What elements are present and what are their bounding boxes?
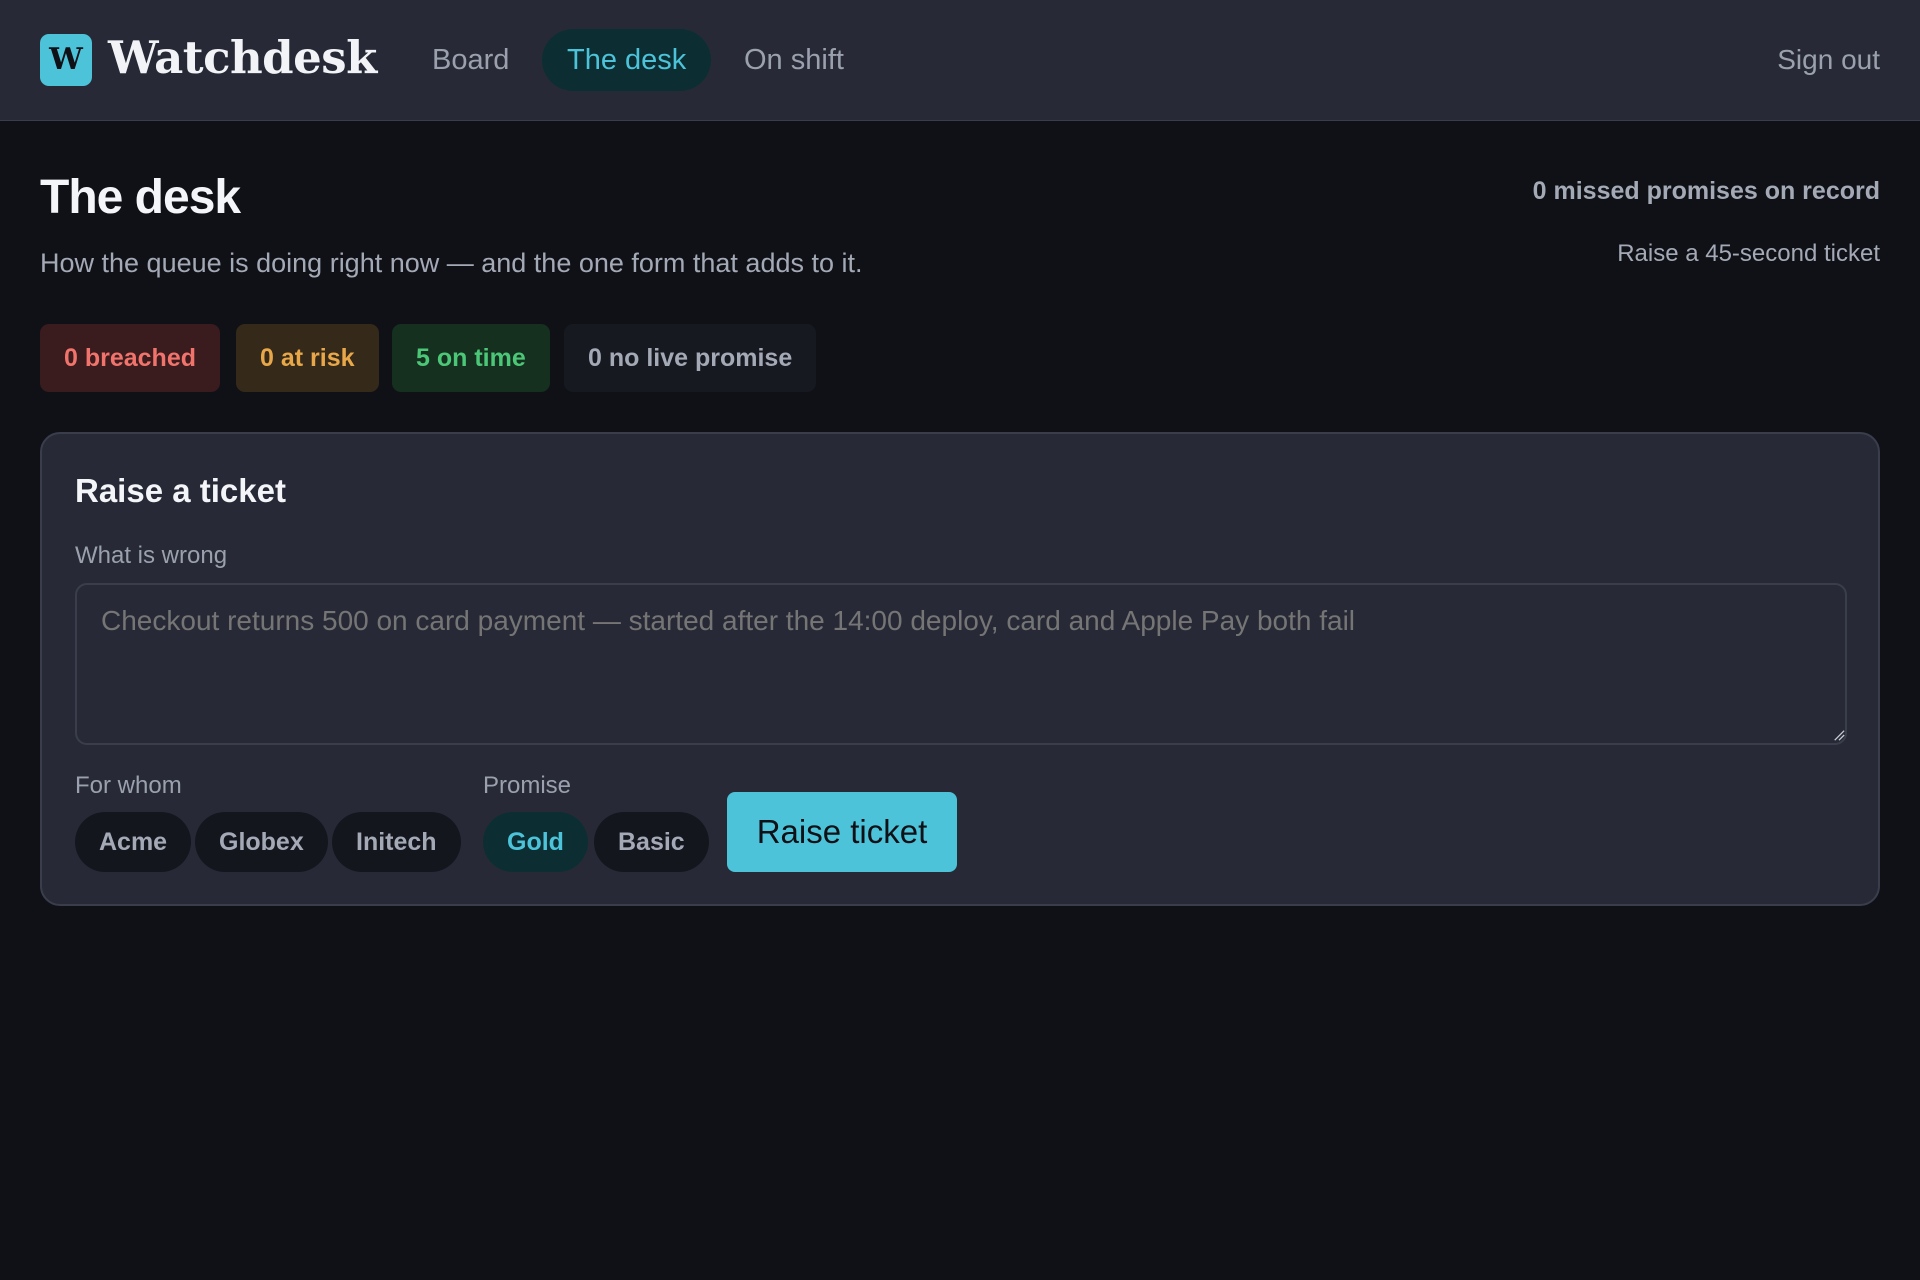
nav-on-shift[interactable]: On shift: [719, 29, 869, 91]
stat-on-time[interactable]: 5 on time: [392, 324, 550, 392]
logo-icon: W: [40, 34, 92, 86]
brand-name[interactable]: Watchdesk: [108, 27, 377, 89]
card-title: Raise a ticket: [75, 472, 286, 509]
stat-at-risk[interactable]: 0 at risk: [236, 324, 379, 392]
customer-chip-initech[interactable]: Initech: [332, 812, 461, 872]
customer-chip-globex[interactable]: Globex: [195, 812, 328, 872]
page-subtitle: How the queue is doing right now — and t…: [40, 248, 863, 278]
raise-ticket-button[interactable]: Raise ticket: [727, 792, 957, 872]
top-bar: W Watchdesk Board The desk On shift Sign…: [0, 0, 1920, 121]
nav-the-desk[interactable]: The desk: [542, 29, 712, 91]
promise-chip-gold[interactable]: Gold: [483, 812, 588, 872]
promise-chip-basic[interactable]: Basic: [594, 812, 709, 872]
missed-promises-count: 0 missed promises on record: [1532, 177, 1880, 205]
sign-out-link[interactable]: Sign out: [1777, 29, 1880, 91]
nav-board[interactable]: Board: [407, 29, 534, 91]
stat-no-live-promise[interactable]: 0 no live promise: [564, 324, 817, 392]
for-whom-label: For whom: [75, 772, 182, 799]
what-is-wrong-label: What is wrong: [75, 542, 228, 569]
raise-quick-ticket-link[interactable]: Raise a 45-second ticket: [1617, 240, 1880, 268]
page-title: The desk: [40, 171, 241, 224]
what-is-wrong-input[interactable]: [75, 583, 1847, 745]
promise-label: Promise: [483, 772, 572, 799]
raise-ticket-card: Raise a ticket What is wrong For whom Ac…: [40, 432, 1880, 906]
customer-chip-acme[interactable]: Acme: [75, 812, 192, 872]
stat-breached[interactable]: 0 breached: [40, 324, 221, 392]
resize-handle-icon[interactable]: [1833, 729, 1845, 741]
